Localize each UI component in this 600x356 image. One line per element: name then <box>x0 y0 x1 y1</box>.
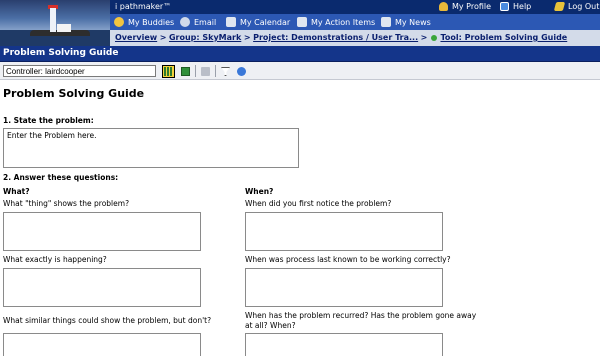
when-heading: When? <box>245 187 274 196</box>
breadcrumb-project[interactable]: Project: Demonstrations / User Tra... <box>253 33 418 42</box>
help-tool-icon <box>237 67 246 76</box>
nav-bar: My Buddies Email My Calendar My Action I… <box>110 14 600 30</box>
nav-my-news-label: My News <box>395 17 431 27</box>
when-answer-2-field[interactable] <box>245 268 443 307</box>
news-icon <box>381 17 391 27</box>
lighthouse-logo <box>0 0 110 46</box>
section-1-label: 1. State the problem: <box>3 116 94 125</box>
breadcrumb: Overview > Group: SkyMark > Project: Dem… <box>115 33 567 42</box>
app-header: i pathmaker™ My Profile Help Log Out My … <box>0 0 600 46</box>
breadcrumb-separator: > <box>420 33 428 42</box>
help-icon <box>500 2 509 11</box>
problem-statement-field[interactable]: Enter the Problem here. <box>3 128 299 168</box>
report-button[interactable] <box>179 65 192 78</box>
toolbar <box>0 62 600 80</box>
toolbar-divider <box>215 65 216 77</box>
what-question-2: What exactly is happening? <box>3 255 107 264</box>
page-title-bar-label: Problem Solving Guide <box>3 48 119 58</box>
controller-field[interactable] <box>3 65 156 77</box>
what-answer-3-field[interactable] <box>3 333 201 356</box>
page-title-bar: Problem Solving Guide <box>0 46 600 62</box>
when-question-1: When did you first notice the problem? <box>245 199 392 208</box>
breadcrumb-tool[interactable]: Tool: Problem Solving Guide <box>440 33 567 42</box>
filter-button[interactable] <box>219 65 232 78</box>
nav-my-buddies-label: My Buddies <box>128 17 175 27</box>
status-dot-icon <box>430 34 437 41</box>
help-label: Help <box>513 2 532 11</box>
brand-name: i pathmaker™ <box>115 2 172 11</box>
my-profile-link[interactable]: My Profile <box>439 2 491 11</box>
printer-icon <box>201 67 210 76</box>
calendar-icon <box>226 17 236 27</box>
funnel-icon <box>221 67 230 76</box>
top-bar: i pathmaker™ My Profile Help Log Out <box>110 0 600 14</box>
what-heading: What? <box>3 187 30 196</box>
nav-my-action-items-label: My Action Items <box>311 17 376 27</box>
edit-view-button[interactable] <box>162 65 175 78</box>
nav-email-label: Email <box>194 17 217 27</box>
breadcrumb-separator: > <box>159 33 167 42</box>
what-answer-1-field[interactable] <box>3 212 201 251</box>
when-answer-1-field[interactable] <box>245 212 443 251</box>
grid-icon <box>164 67 173 76</box>
logout-icon <box>553 2 566 11</box>
page-heading: Problem Solving Guide <box>3 87 145 100</box>
help-tool-button[interactable] <box>235 65 248 78</box>
breadcrumb-separator: > <box>243 33 251 42</box>
what-question-3: What similar things could show the probl… <box>3 316 212 325</box>
report-icon <box>181 67 190 76</box>
what-answer-2-field[interactable] <box>3 268 201 307</box>
nav-my-news[interactable]: My News <box>381 17 431 27</box>
my-profile-label: My Profile <box>452 2 492 11</box>
when-question-3: When has the problem recurred? Has the p… <box>245 311 477 330</box>
when-answer-3-field[interactable] <box>245 333 443 356</box>
section-2-label: 2. Answer these questions: <box>3 173 119 182</box>
person-icon <box>439 2 448 11</box>
what-question-1: What "thing" shows the problem? <box>3 199 130 208</box>
nav-email[interactable]: Email <box>180 17 216 27</box>
print-button[interactable] <box>199 65 212 78</box>
breadcrumb-overview[interactable]: Overview <box>115 33 157 42</box>
smiley-icon <box>114 17 124 27</box>
action-items-icon <box>297 17 307 27</box>
help-link[interactable]: Help <box>500 2 531 11</box>
nav-my-calendar-label: My Calendar <box>240 17 291 27</box>
breadcrumb-bar: Overview > Group: SkyMark > Project: Dem… <box>110 30 600 46</box>
toolbar-divider <box>195 65 196 77</box>
nav-my-calendar[interactable]: My Calendar <box>226 17 290 27</box>
log-out-link[interactable]: Log Out <box>553 2 600 11</box>
nav-my-buddies[interactable]: My Buddies <box>114 17 174 27</box>
email-icon <box>180 17 190 27</box>
breadcrumb-group[interactable]: Group: SkyMark <box>169 33 241 42</box>
log-out-label: Log Out <box>568 2 600 11</box>
when-question-2: When was process last known to be workin… <box>245 255 451 264</box>
nav-my-action-items[interactable]: My Action Items <box>297 17 375 27</box>
